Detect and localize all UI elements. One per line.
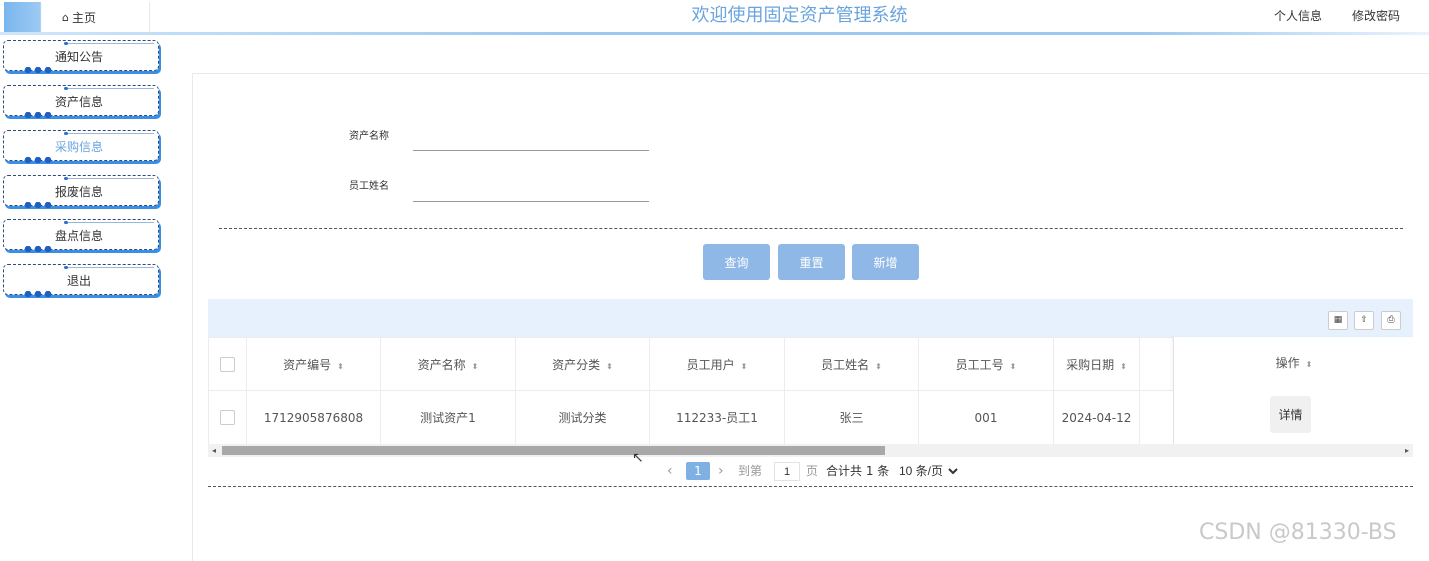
divider [64,133,154,134]
cell-employee-user: 112233-员工1 [649,390,785,444]
decor-dot [64,87,68,90]
sort-icon[interactable]: ⬍ [472,362,479,371]
decor-dots [24,291,52,297]
column-header[interactable]: 资产编号 ⬍ [246,337,381,391]
column-header[interactable]: 资产分类 ⬍ [515,337,650,391]
sidebar-item-label: 盘点信息 [54,229,103,243]
column-header-label: 资产编号 [283,357,332,372]
cell-purchase-date: 2024-04-12 [1053,390,1140,444]
select-all-cell [208,337,247,391]
cell-asset-no: 1712905876808 [246,390,381,444]
scroll-left-icon[interactable]: ◂ [208,444,220,457]
column-header[interactable]: 员工工号 ⬍ [918,337,1054,391]
column-header[interactable]: 员工姓名 ⬍ [784,337,919,391]
decor-dots [24,157,52,163]
select-all-checkbox[interactable] [220,356,235,372]
sidebar-item-scrap[interactable]: 报废信息 [3,175,159,208]
watermark: CSDN @81330-BS [1199,520,1397,545]
sidebar-item-inventory[interactable]: 盘点信息 [3,219,159,252]
sidebar-item-label: 报废信息 [54,185,103,199]
sidebar-item-label: 通知公告 [54,50,103,64]
horizontal-scrollbar[interactable]: ◂ ▸ [208,444,1413,457]
divider [219,228,1403,229]
column-header[interactable]: 采购日期 ⬍ [1053,337,1140,391]
change-password-link[interactable]: 修改密码 [1352,9,1400,23]
sort-icon[interactable]: ⬍ [1120,362,1127,371]
print-icon[interactable]: ⎙ [1381,311,1401,330]
reset-button[interactable]: 重置 [778,244,845,280]
sort-icon[interactable]: ⬍ [741,362,748,371]
asset-name-label: 资产名称 [349,131,389,142]
divider [208,486,1413,487]
cell-employee-no: 001 [918,390,1054,444]
cell-employee-name: 张三 [784,390,919,444]
cell-asset-name: 测试资产1 [380,390,516,444]
query-button[interactable]: 查询 [703,244,770,280]
profile-link[interactable]: 个人信息 [1274,9,1322,23]
decor-dots [24,202,52,208]
sidebar-item-purchase[interactable]: 采购信息 [3,130,159,163]
sidebar-item-label: 采购信息 [54,140,103,154]
divider [64,178,154,179]
decor-dot [64,132,68,135]
column-header-label: 员工工号 [955,357,1004,372]
column-header-label: 采购日期 [1066,357,1115,372]
sort-icon[interactable]: ⬍ [606,362,613,371]
sort-icon[interactable]: ⬍ [337,362,344,371]
asset-name-input[interactable] [413,130,649,151]
goto-suffix: 页 [806,464,819,478]
decor-dots [24,112,52,118]
divider [64,88,154,89]
header-divider [0,32,1429,35]
cell-operations: 详情 [1173,390,1414,444]
mouse-cursor-icon: ↖ [632,450,644,466]
cell-category: 测试分类 [515,390,650,444]
decor-dot [64,177,68,180]
site-title: 欢迎使用固定资产管理系统 [691,5,908,26]
column-header-operations[interactable]: 操作 ⬍ [1173,337,1414,391]
sidebar-item-assets[interactable]: 资产信息 [3,85,159,118]
prev-page-icon[interactable]: ‹ [667,461,673,481]
column-header[interactable]: 员工用户 ⬍ [649,337,785,391]
decor-dot [64,221,68,224]
add-button[interactable]: 新增 [852,244,919,280]
goto-prefix: 到第 [738,464,763,478]
current-page[interactable]: 1 [686,462,710,480]
decor-dots [24,67,52,73]
decor-dots [24,246,52,252]
divider [64,222,154,223]
total-count: 合计共 1 条 [826,464,890,478]
column-header-label: 资产分类 [552,357,601,372]
column-header[interactable]: 资产名称 ⬍ [380,337,516,391]
sort-icon[interactable]: ⬍ [875,362,882,371]
sidebar-item-notice[interactable]: 通知公告 [3,40,159,73]
column-header-label: 资产名称 [417,357,466,372]
table-toolbar [208,299,1413,337]
column-header-label: 员工姓名 [821,357,870,372]
sort-icon[interactable]: ⬍ [1010,362,1017,371]
decor-dot [64,266,68,269]
detail-button[interactable]: 详情 [1270,396,1311,433]
decor-dot [64,42,68,45]
employee-name-input[interactable] [413,181,649,202]
column-header-label: 操作 [1275,356,1300,370]
divider [64,267,154,268]
page-size-select[interactable]: 10 条/页 [895,462,961,480]
export-icon[interactable]: ⇧ [1354,311,1374,330]
next-page-icon[interactable]: › [718,461,724,481]
sort-icon[interactable]: ⬍ [1306,360,1313,369]
sidebar-item-logout[interactable]: 退出 [3,264,159,297]
columns-icon[interactable]: ▦ [1328,311,1348,330]
row-checkbox[interactable] [220,410,235,425]
employee-name-label: 员工姓名 [349,181,389,192]
sidebar-item-label: 退出 [66,274,91,288]
top-header: ⌂ 主页 欢迎使用固定资产管理系统 个人信息 修改密码 [0,0,1429,36]
scrollbar-thumb[interactable] [222,446,885,455]
divider [64,43,154,44]
scroll-right-icon[interactable]: ▸ [1401,444,1413,457]
row-select-cell [208,390,247,444]
sidebar-item-label: 资产信息 [54,95,103,109]
column-header-label: 员工用户 [686,357,735,372]
goto-page-input[interactable] [774,462,800,481]
